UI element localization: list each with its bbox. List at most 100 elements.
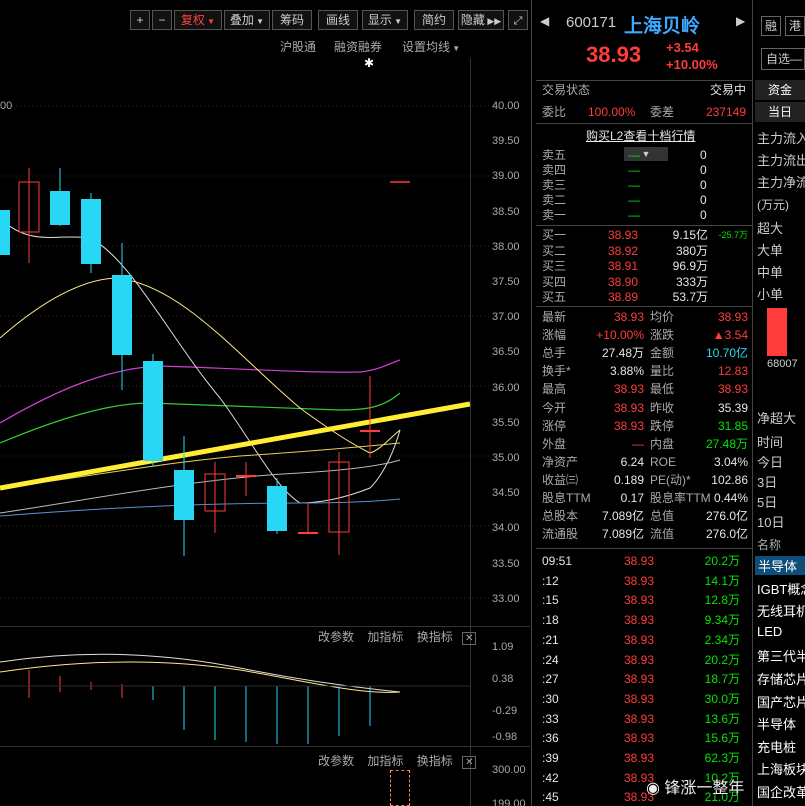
stat-label: 股息TTM — [542, 491, 591, 505]
stat-value: 38.93 — [717, 310, 748, 324]
size-label: 超大 — [757, 221, 784, 236]
period-label[interactable]: 5日 — [757, 492, 777, 511]
stat-value: 38.93 — [613, 418, 644, 433]
chevron-down-icon: ▼ — [391, 17, 403, 26]
gang-button[interactable]: 港 — [785, 16, 805, 36]
tick-time: :18 — [542, 613, 559, 628]
sector-item[interactable]: 上海板块 — [757, 759, 805, 778]
huaxian-button[interactable]: 画线 — [318, 10, 358, 30]
weibi-value: 100.00% — [588, 105, 636, 119]
stat-label: 今开 — [542, 400, 567, 415]
vol-jiazhibiao-button[interactable]: 加指标 — [367, 754, 403, 768]
vol-tools: 改参数 加指标 换指标 ✕ — [318, 752, 477, 769]
sector-item[interactable]: 存储芯片 — [757, 669, 805, 688]
vol-huanzhibiao-button[interactable]: 换指标 — [417, 754, 453, 768]
stat-label: 股息率TTM — [650, 491, 711, 505]
stat-value: 35.39 — [717, 400, 748, 415]
unit-label: (万元) — [757, 198, 789, 212]
tick-vol: 18.7万 — [704, 672, 740, 687]
period-label[interactable]: 今日 — [757, 452, 783, 471]
period-label[interactable]: 10日 — [757, 512, 784, 531]
tick-row: :33 38.93 13.6万 — [536, 711, 752, 728]
stat-label: 外盘 — [542, 436, 567, 451]
price-axis-label: 35.00 — [492, 452, 520, 464]
fund-bar-value: 68007 — [767, 358, 798, 370]
buy-vol: 380万 — [675, 243, 708, 258]
sell-price: — — [628, 163, 640, 177]
close-icon[interactable]: ✕ — [462, 756, 477, 769]
rzrq-link[interactable]: 融资融券 — [334, 38, 382, 55]
tick-price: 38.93 — [624, 632, 655, 647]
sector-item[interactable]: IGBT概念 — [757, 579, 805, 598]
candle-up — [298, 532, 318, 534]
buy-label: 买二 — [542, 243, 567, 258]
zoom-out-button[interactable]: − — [152, 10, 172, 30]
stat-value: 0.44% — [713, 491, 748, 505]
hgt-link[interactable]: 沪股通 — [280, 38, 316, 55]
jianjie-button[interactable]: 简约 — [414, 10, 454, 30]
stat-row: 最高 38.93 最低 38.93 — [536, 381, 752, 398]
rong-button[interactable]: 融 — [761, 16, 781, 36]
quote-divider — [536, 225, 752, 226]
sector-item[interactable]: 半导体 — [757, 714, 805, 733]
sell-label: 卖一 — [542, 208, 567, 222]
tick-row: :39 38.93 62.3万 — [536, 750, 752, 767]
sector-item[interactable]: 半导体 — [755, 556, 805, 575]
zixuan-button[interactable]: 自选— — [761, 48, 805, 70]
sector-item[interactable]: 充电桩 — [757, 737, 805, 756]
macd-axis-label: -0.98 — [492, 731, 518, 743]
prev-stock-icon[interactable]: ◀ — [540, 14, 549, 28]
tick-price: 38.93 — [624, 751, 655, 765]
tick-price: 38.93 — [624, 711, 655, 726]
price-axis-label: 34.50 — [492, 487, 520, 500]
sector-item[interactable]: 国企改革 — [757, 782, 805, 801]
tick-time: :39 — [542, 751, 559, 765]
sector-item[interactable]: 无线耳机 — [757, 601, 805, 620]
sector-item[interactable]: 第三代半导体 — [757, 646, 805, 665]
watermark-text: 锋涨一整年 — [664, 780, 745, 797]
fuquan-dropdown[interactable]: 复权 ▼ — [174, 10, 222, 30]
sector-item[interactable]: LED — [757, 624, 805, 639]
stat-value: 276.0亿 — [705, 509, 748, 524]
tick-row: :12 38.93 14.1万 — [536, 573, 752, 590]
stat-label: 总手 — [542, 346, 567, 361]
xianshi-label: 显示 — [367, 13, 392, 27]
sell-price: — — [628, 178, 640, 192]
stat-value: — — [632, 436, 644, 451]
zoom-in-button[interactable]: + — [130, 10, 150, 30]
l2-link[interactable]: 购买L2查看十档行情 — [586, 127, 695, 144]
tick-time: :33 — [542, 711, 559, 726]
kline-chart-area[interactable]: + − 复权 ▼ 叠加 ▼ 筹码 画线 显示 ▼ 简约 隐藏 ▶▶ ⤢ 沪股通 … — [0, 0, 530, 806]
macd-axis-label: 0.38 — [492, 673, 514, 685]
buy-row: 买二 38.92 380万 — [536, 244, 752, 259]
vol-divider — [0, 746, 530, 747]
yincang-button[interactable]: 隐藏 ▶▶ — [458, 10, 504, 30]
tab-zijin[interactable]: 资金 — [755, 80, 805, 100]
candles — [0, 168, 410, 556]
sell-label: 卖三 — [542, 178, 567, 192]
xianshi-dropdown[interactable]: 显示 ▼ — [362, 10, 408, 30]
stat-value: 3.88% — [609, 364, 644, 379]
next-stock-icon[interactable]: ▶ — [736, 14, 745, 28]
period-label[interactable]: 3日 — [757, 472, 777, 491]
stat-label: 跌停 — [650, 418, 675, 433]
tick-time: :12 — [542, 573, 559, 588]
ma-settings-link[interactable]: 设置均线 ▼ — [402, 38, 460, 55]
weibi-row: 委比 100.00% 委差 237149 — [536, 104, 752, 121]
chart-toolbar: + − 复权 ▼ 叠加 ▼ 筹码 画线 显示 ▼ 简约 隐藏 ▶▶ ⤢ — [0, 0, 530, 38]
tick-price: 38.93 — [624, 554, 655, 568]
fund-bar — [767, 308, 787, 356]
ma-settings-label: 设置均线 — [402, 40, 451, 54]
sector-item[interactable]: 国产芯片 — [757, 692, 805, 711]
sell-vol: 0 — [700, 178, 707, 192]
sell-price: — — [628, 148, 640, 162]
diejia-dropdown[interactable]: 叠加 ▼ — [224, 10, 270, 30]
price-axis-label: 40.00 — [492, 100, 520, 112]
vol-gaicanshu-button[interactable]: 改参数 — [318, 754, 354, 768]
price-axis-label: 33.50 — [492, 557, 520, 570]
tab-dangri[interactable]: 当日 — [755, 102, 805, 122]
candle-down — [0, 210, 10, 255]
tick-vol: 2.34万 — [704, 632, 740, 647]
chouma-button[interactable]: 筹码 — [272, 10, 312, 30]
fullscreen-button[interactable]: ⤢ — [508, 10, 528, 30]
